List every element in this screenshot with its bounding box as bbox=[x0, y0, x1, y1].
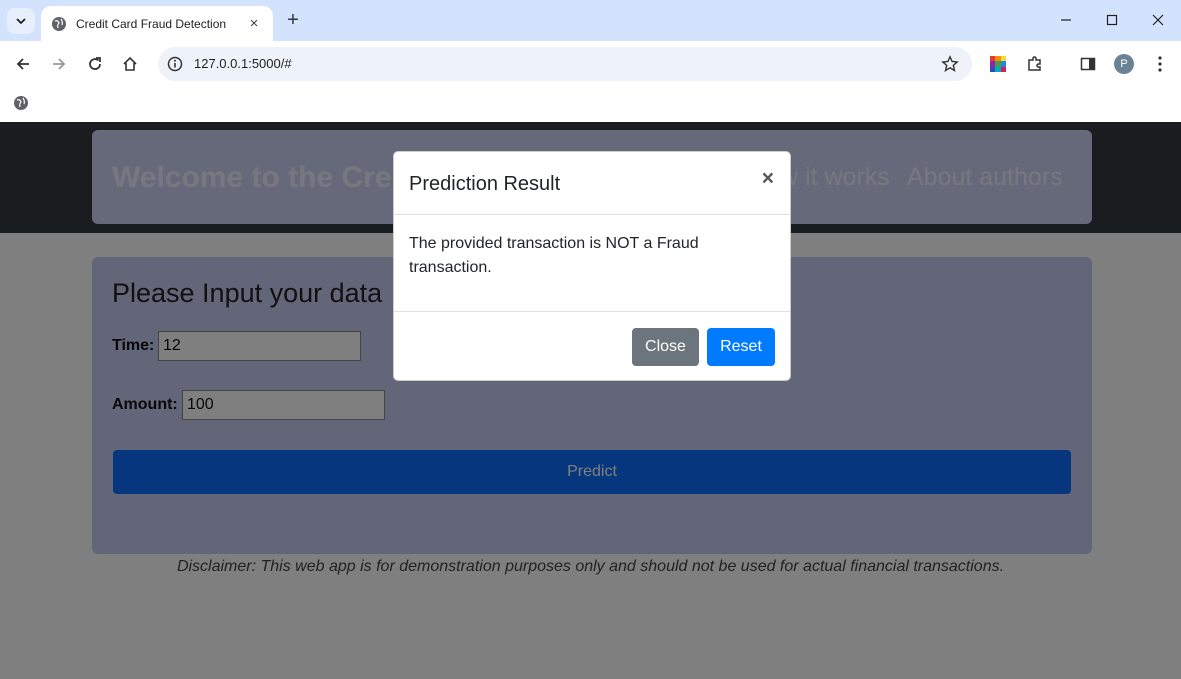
home-icon bbox=[123, 56, 137, 71]
extension-colorful-icon[interactable] bbox=[986, 52, 1010, 76]
bookmarks-bar bbox=[0, 86, 1181, 122]
modal-footer: Close Reset bbox=[394, 311, 790, 381]
close-icon bbox=[1152, 14, 1164, 26]
arrow-right-icon bbox=[53, 58, 66, 70]
minimize-button[interactable] bbox=[1056, 10, 1076, 30]
tab-close-icon[interactable]: × bbox=[245, 15, 263, 32]
close-button[interactable]: Close bbox=[632, 328, 699, 366]
reset-button[interactable]: Reset bbox=[707, 328, 775, 366]
side-panel-icon[interactable] bbox=[1076, 52, 1100, 76]
back-button[interactable] bbox=[11, 52, 35, 76]
url-text[interactable]: 127.0.0.1:5000/# bbox=[194, 56, 292, 71]
menu-kebab-icon[interactable] bbox=[1148, 52, 1172, 76]
arrow-left-icon bbox=[16, 58, 29, 70]
tab-title: Credit Card Fraud Detection bbox=[76, 16, 227, 31]
browser-tab-bar: Credit Card Fraud Detection × + bbox=[0, 0, 1181, 41]
profile-avatar[interactable]: P bbox=[1112, 52, 1136, 76]
modal-close-icon[interactable]: × bbox=[762, 168, 774, 189]
browser-tab[interactable]: Credit Card Fraud Detection × bbox=[41, 6, 273, 41]
reload-button[interactable] bbox=[83, 52, 107, 76]
prediction-result-modal: Prediction Result × The provided transac… bbox=[393, 151, 791, 381]
minimize-icon bbox=[1061, 19, 1071, 21]
extensions-puzzle-icon[interactable] bbox=[1023, 52, 1047, 76]
profile-initial: P bbox=[1114, 54, 1134, 74]
site-info-icon[interactable] bbox=[166, 55, 184, 73]
bookmark-globe-icon[interactable] bbox=[12, 94, 30, 112]
bookmark-star-icon[interactable] bbox=[940, 54, 960, 74]
window-close-button[interactable] bbox=[1148, 10, 1168, 30]
new-tab-button[interactable]: + bbox=[283, 10, 303, 30]
maximize-button[interactable] bbox=[1102, 10, 1122, 30]
reload-icon bbox=[89, 57, 101, 70]
address-bar[interactable]: 127.0.0.1:5000/# bbox=[158, 47, 972, 81]
home-button[interactable] bbox=[118, 52, 142, 76]
chevron-down-icon bbox=[16, 18, 26, 25]
forward-button[interactable] bbox=[47, 52, 71, 76]
modal-title: Prediction Result bbox=[409, 173, 561, 195]
modal-header: Prediction Result × bbox=[394, 152, 790, 215]
maximize-icon bbox=[1106, 14, 1118, 26]
tab-search-button[interactable] bbox=[7, 8, 35, 34]
globe-icon bbox=[52, 16, 66, 31]
web-page: Welcome to the Cre w it works About auth… bbox=[0, 122, 1181, 679]
modal-message: The provided transaction is NOT a Fraud … bbox=[409, 235, 699, 276]
